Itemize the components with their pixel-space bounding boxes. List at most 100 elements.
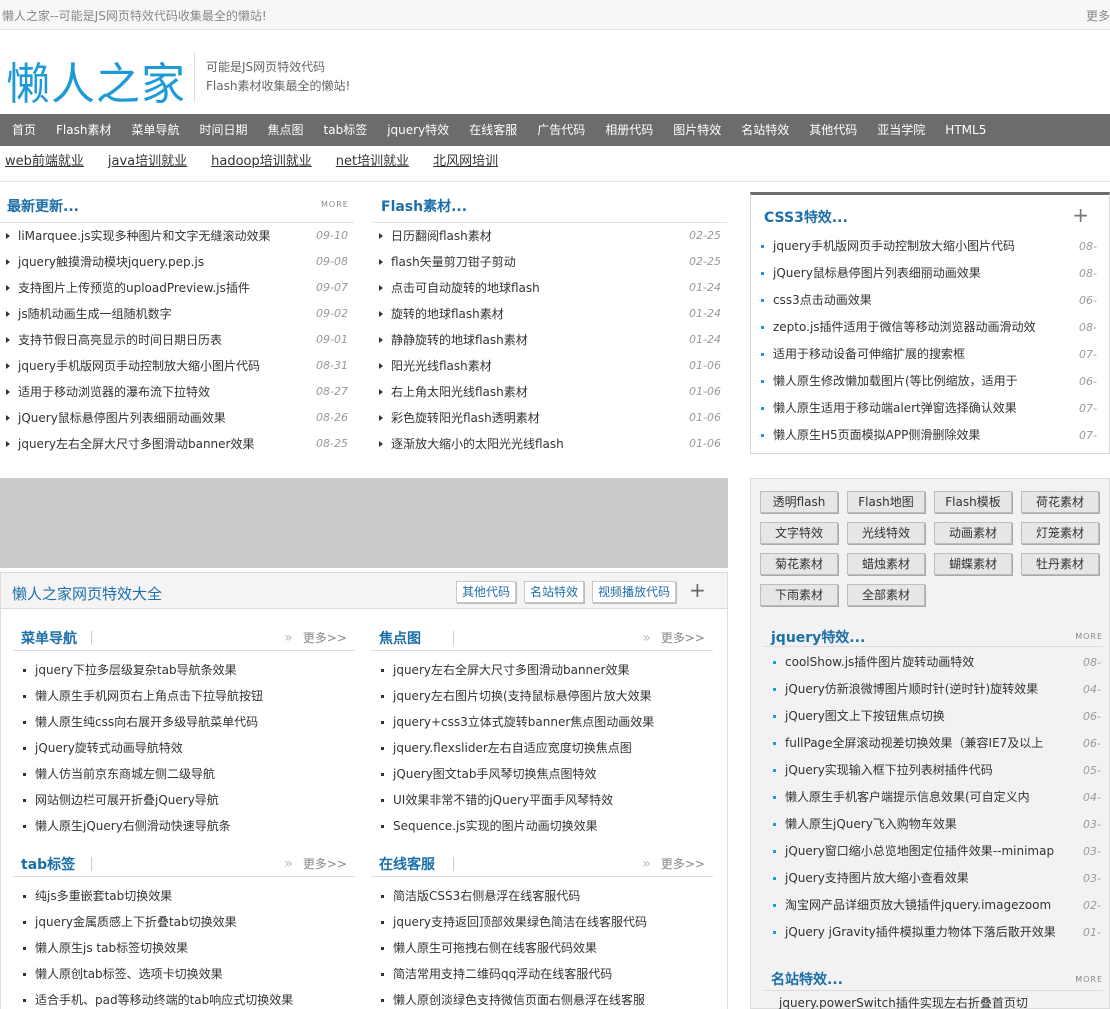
subnav-link[interactable]: hadoop培训就业 xyxy=(211,146,312,181)
list-item[interactable]: 适用于移动浏览器的瀑布流下拉特效 08-27 xyxy=(0,379,354,405)
tag-button[interactable]: 牡丹素材 xyxy=(1021,553,1099,575)
item-title[interactable]: zepto.js插件适用于微信等移动浏览器动画滑动效 xyxy=(773,314,1036,341)
list-item[interactable]: 纯js多重嵌套tab切换效果 xyxy=(13,883,355,909)
item-title[interactable]: js随机动画生成一组随机数字 xyxy=(18,301,172,327)
list-item[interactable]: jQuery仿新浪微博图片顺时针(逆时针)旋转效果 04- xyxy=(763,676,1103,703)
list-item[interactable]: 懒人原生H5页面模拟APP侧滑删除效果 07- xyxy=(751,422,1109,449)
nav-item[interactable]: 焦点图 xyxy=(258,114,314,146)
item-title[interactable]: 彩色旋转阳光flash透明素材 xyxy=(391,405,540,431)
item-title[interactable]: fullPage全屏滚动视差切换效果（兼容IE7及以上 xyxy=(785,730,1043,757)
list-item[interactable]: jquery触摸滑动模块jquery.pep.js 09-08 xyxy=(0,249,354,275)
list-item[interactable]: 右上角太阳光线flash素材 01-06 xyxy=(373,379,727,405)
nav-item[interactable]: 亚当学院 xyxy=(867,114,935,146)
nav-item[interactable]: 广告代码 xyxy=(527,114,595,146)
list-item[interactable]: jquery手机版网页手动控制放大缩小图片代码 08- xyxy=(751,233,1109,260)
item-title[interactable]: 支持图片上传预览的uploadPreview.js插件 xyxy=(18,275,250,301)
list-item[interactable]: 懒人原生修改懒加载图片(等比例缩放，适用于 06- xyxy=(751,368,1109,395)
list-item[interactable]: jquery+css3立体式旋转banner焦点图动画效果 xyxy=(371,709,713,735)
item-title[interactable]: liMarquee.js实现多种图片和文字无缝滚动效果 xyxy=(18,223,271,249)
list-item[interactable]: 懒人原创tab标签、选项卡切换效果 xyxy=(13,961,355,987)
tab-other-code[interactable]: 其他代码 xyxy=(456,581,517,603)
item-title[interactable]: 支持节假日高亮显示的时间日期日历表 xyxy=(18,327,222,353)
item-title[interactable]: 日历翻阅flash素材 xyxy=(391,223,492,249)
latest-more-link[interactable]: MORE xyxy=(321,200,349,209)
tag-button[interactable]: 动画素材 xyxy=(934,522,1012,544)
item-title[interactable]: flash矢量剪刀钳子剪动 xyxy=(391,249,516,275)
list-item[interactable]: 淘宝网产品详细页放大镜插件jquery.imagezoom 02- xyxy=(763,892,1103,919)
list-item[interactable]: liMarquee.js实现多种图片和文字无缝滚动效果 09-10 xyxy=(0,223,354,249)
item-title[interactable]: jQuery仿新浪微博图片顺时针(逆时针)旋转效果 xyxy=(785,676,1038,703)
list-item[interactable]: 点击可自动旋转的地球flash 01-24 xyxy=(373,275,727,301)
list-item[interactable]: jquery手机版网页手动控制放大缩小图片代码 08-31 xyxy=(0,353,354,379)
list-item[interactable]: jquery.powerSwitch插件实现左右折叠首页切 xyxy=(763,991,1103,1009)
nav-item[interactable]: 菜单导航 xyxy=(121,114,189,146)
list-item[interactable]: 彩色旋转阳光flash透明素材 01-06 xyxy=(373,405,727,431)
nav-item[interactable]: Flash素材 xyxy=(46,114,121,146)
list-item[interactable]: jquery左右全屏大尺寸多图滑动banner效果 08-25 xyxy=(0,431,354,457)
item-title[interactable]: 阳光光线flash素材 xyxy=(391,353,492,379)
nav-item[interactable]: 在线客服 xyxy=(459,114,527,146)
list-item[interactable]: UI效果非常不错的jQuery平面手风琴特效 xyxy=(371,787,713,813)
item-title[interactable]: 懒人原生H5页面模拟APP侧滑删除效果 xyxy=(773,422,980,449)
item-title[interactable]: jQuery鼠标悬停图片列表细丽动画效果 xyxy=(773,260,981,287)
tag-button[interactable]: 透明flash xyxy=(760,491,838,513)
list-item[interactable]: 懒人原生js tab标签切换效果 xyxy=(13,935,355,961)
list-item[interactable]: jQuery鼠标悬停图片列表细丽动画效果 08-26 xyxy=(0,405,354,431)
item-title[interactable]: jQuery鼠标悬停图片列表细丽动画效果 xyxy=(18,405,226,431)
item-title[interactable]: 淘宝网产品详细页放大镜插件jquery.imagezoom xyxy=(785,892,1051,919)
list-item[interactable]: 懒人原生手机网页右上角点击下拉导航按钮 xyxy=(13,683,355,709)
list-item[interactable]: 支持节假日高亮显示的时间日期日历表 09-01 xyxy=(0,327,354,353)
tag-button[interactable]: 文字特效 xyxy=(760,522,838,544)
list-item[interactable]: 简洁版CSS3右侧悬浮在线客服代码 xyxy=(371,883,713,909)
list-item[interactable]: jquery.flexslider左右自适应宽度切换焦点图 xyxy=(371,735,713,761)
list-item[interactable]: coolShow.js插件图片旋转动画特效 08- xyxy=(763,649,1103,676)
service-title[interactable]: 在线客服 xyxy=(379,854,435,874)
focus-more[interactable]: 更多>> xyxy=(642,629,705,646)
jquery-more-link[interactable]: MORE xyxy=(1075,632,1103,641)
tag-button[interactable]: 荷花素材 xyxy=(1021,491,1099,513)
list-item[interactable]: 适合手机、pad等移动终端的tab响应式切换效果 xyxy=(13,987,355,1009)
tag-button[interactable]: 下雨素材 xyxy=(760,584,838,606)
list-item[interactable]: 阳光光线flash素材 01-06 xyxy=(373,353,727,379)
list-item[interactable]: 逐渐放大缩小的太阳光光线flash 01-06 xyxy=(373,431,727,457)
latest-title[interactable]: 最新更新... xyxy=(7,196,79,216)
list-item[interactable]: Sequence.js实现的图片动画切换效果 xyxy=(371,813,713,839)
subnav-link[interactable]: web前端就业 xyxy=(5,146,84,181)
list-item[interactable]: jQuery实现输入框下拉列表树插件代码 05- xyxy=(763,757,1103,784)
item-title[interactable]: 懒人原生jQuery飞入购物车效果 xyxy=(785,811,957,838)
list-item[interactable]: jquery下拉多层级复杂tab导航条效果 xyxy=(13,657,355,683)
nav-item[interactable]: tab标签 xyxy=(314,114,378,146)
list-item[interactable]: fullPage全屏滚动视差切换效果（兼容IE7及以上 06- xyxy=(763,730,1103,757)
item-title[interactable]: jQuery窗口缩小总览地图定位插件效果--minimap xyxy=(785,838,1054,865)
item-title[interactable]: 适用于移动浏览器的瀑布流下拉特效 xyxy=(18,379,210,405)
nav-item[interactable]: HTML5 xyxy=(935,114,996,146)
tag-button[interactable]: 蜡烛素材 xyxy=(847,553,925,575)
item-title[interactable]: jquery左右全屏大尺寸多图滑动banner效果 xyxy=(18,431,254,457)
nav-item[interactable]: jquery特效 xyxy=(377,114,459,146)
list-item[interactable]: jQuery图文上下按钮焦点切换 06- xyxy=(763,703,1103,730)
list-item[interactable]: jQuery jGravity插件模拟重力物体下落后散开效果 01- xyxy=(763,919,1103,946)
menu-nav-more[interactable]: 更多>> xyxy=(284,629,347,646)
item-title[interactable]: 静静旋转的地球flash素材 xyxy=(391,327,528,353)
item-title[interactable]: jquery触摸滑动模块jquery.pep.js xyxy=(18,249,204,275)
subnav-link[interactable]: java培训就业 xyxy=(108,146,187,181)
menu-nav-title[interactable]: 菜单导航 xyxy=(21,628,77,648)
css3-title[interactable]: CSS3特效... xyxy=(764,207,848,227)
tab-title[interactable]: tab标签 xyxy=(21,854,75,874)
tag-button[interactable]: 灯笼素材 xyxy=(1021,522,1099,544)
tag-button[interactable]: Flash模板 xyxy=(934,491,1012,513)
tag-button[interactable]: 菊花素材 xyxy=(760,553,838,575)
list-item[interactable]: jquery金属质感上下折叠tab切换效果 xyxy=(13,909,355,935)
item-title[interactable]: 旋转的地球flash素材 xyxy=(391,301,504,327)
list-item[interactable]: jquery支持返回顶部效果绿色简洁在线客服代码 xyxy=(371,909,713,935)
item-title[interactable]: 右上角太阳光线flash素材 xyxy=(391,379,528,405)
list-item[interactable]: 懒人原生jQuery飞入购物车效果 03- xyxy=(763,811,1103,838)
list-item[interactable]: jQuery支持图片放大缩小查看效果 03- xyxy=(763,865,1103,892)
tag-button[interactable]: 全部素材 xyxy=(847,584,925,606)
nav-item[interactable]: 相册代码 xyxy=(595,114,663,146)
effects-title[interactable]: 懒人之家网页特效大全 xyxy=(12,583,162,604)
list-item[interactable]: jQuery图文tab手风琴切换焦点图特效 xyxy=(371,761,713,787)
item-title[interactable]: jquery手机版网页手动控制放大缩小图片代码 xyxy=(18,353,260,379)
flash-title[interactable]: Flash素材... xyxy=(381,196,467,216)
item-title[interactable]: css3点击动画效果 xyxy=(773,287,872,314)
